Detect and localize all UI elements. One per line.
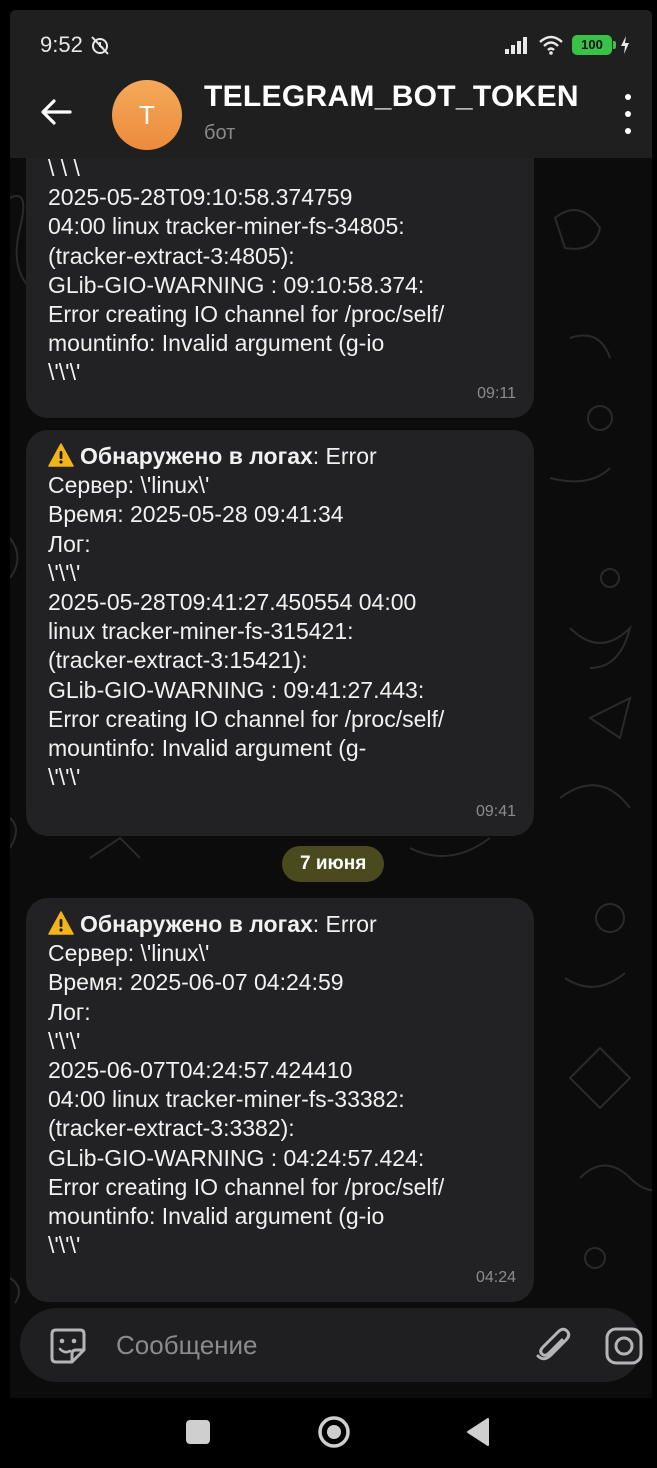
message-line: Error creating IO channel for /proc/self…	[48, 1173, 445, 1200]
back-arrow-icon[interactable]	[36, 92, 76, 132]
message-line: \'\'\'	[48, 559, 81, 586]
message-line: 2025-05-28T09:10:58.374759	[48, 184, 353, 211]
message-line: mountinfo: Invalid argument (g-	[48, 735, 367, 762]
alert-line: Обнаружено в логах: Error	[48, 442, 514, 471]
message-line: mountinfo: Invalid argument (g-io	[48, 1203, 385, 1230]
message-line: \'\'\'	[48, 764, 81, 791]
message-bubble[interactable]: \ \ \ 2025-05-28T09:10:58.374759 04:00 l…	[26, 158, 534, 418]
system-nav-bar	[10, 1398, 652, 1464]
date-separator: 7 июня	[282, 846, 385, 882]
alarm-off-icon	[91, 36, 109, 55]
status-bar: 9:52 100	[10, 10, 652, 70]
message-line: Лог:	[48, 530, 91, 557]
avatar[interactable]: T	[112, 80, 182, 150]
message-line: \'\'\'	[48, 1232, 81, 1259]
status-time-group: 9:52	[40, 32, 111, 58]
message-line: (tracker-extract-3:4805):	[48, 242, 295, 269]
wifi-icon	[539, 35, 563, 55]
message-bubble[interactable]: Обнаружено в логах: Error Сервер: \'linu…	[26, 898, 534, 1302]
home-circle-icon[interactable]	[316, 1414, 352, 1450]
alert-title: Обнаружено в логах	[80, 911, 313, 937]
phone-screen: 9:52 100 T TELEGRAM_BOT_TOKEN бот \ \ \ …	[10, 10, 652, 1464]
battery-level: 100	[581, 37, 603, 52]
more-menu-icon[interactable]	[622, 94, 634, 134]
message-line: Сервер: \'linux\'	[48, 472, 210, 499]
attach-paperclip-icon[interactable]	[532, 1324, 574, 1366]
alert-title: Обнаружено в логах	[80, 443, 313, 469]
alert-value: : Error	[312, 911, 377, 937]
chat-subtitle: бот	[204, 122, 236, 144]
recent-apps-square-icon[interactable]	[180, 1414, 216, 1450]
back-triangle-icon[interactable]	[460, 1414, 496, 1450]
message-line: 04:00 linux tracker-miner-fs-34805:	[48, 213, 405, 240]
composer-area	[10, 1308, 652, 1398]
message-line: \'\'\'	[48, 359, 81, 386]
chat-header: T TELEGRAM_BOT_TOKEN бот	[10, 70, 652, 158]
message-line: Сервер: \'linux\'	[48, 940, 210, 967]
warning-icon	[48, 443, 74, 467]
message-line: Время: 2025-06-07 04:24:59	[48, 969, 344, 996]
battery-indicator: 100	[572, 35, 616, 55]
signal-icon	[505, 37, 527, 54]
message-line: Лог:	[48, 998, 91, 1025]
alert-line: Обнаружено в логах: Error	[48, 910, 514, 939]
message-line: linux tracker-miner-fs-315421:	[48, 618, 354, 645]
sticker-emoji-icon[interactable]	[48, 1326, 88, 1366]
warning-icon	[48, 911, 74, 935]
message-line: GLib-GIO-WARNING : 09:41:27.443:	[48, 676, 425, 703]
message-composer	[20, 1308, 644, 1382]
message-line: 04:00 linux tracker-miner-fs-33382:	[48, 1086, 405, 1113]
message-bubble[interactable]: Обнаружено в логах: Error Сервер: \'linu…	[26, 430, 534, 836]
charging-icon	[621, 36, 629, 54]
alert-value: : Error	[312, 443, 377, 469]
avatar-letter: T	[139, 99, 155, 130]
message-time: 09:41	[475, 802, 516, 820]
message-line: Время: 2025-05-28 09:41:34	[48, 501, 344, 528]
message-line: GLib-GIO-WARNING : 09:10:58.374:	[48, 271, 425, 298]
message-time: 04:24	[475, 1268, 516, 1286]
message-line: (tracker-extract-3:3382):	[48, 1115, 295, 1142]
message-line: Error creating IO channel for /proc/self…	[48, 301, 445, 328]
status-icons: 100	[504, 34, 630, 56]
message-line: 2025-05-28T09:41:27.450554 04:00	[48, 589, 417, 616]
message-line: Error creating IO channel for /proc/self…	[48, 705, 445, 732]
message-input[interactable]	[116, 1328, 496, 1362]
camera-icon[interactable]	[604, 1326, 644, 1366]
message-line: 2025-06-07T04:24:57.424410	[48, 1057, 353, 1084]
chat-title[interactable]: TELEGRAM_BOT_TOKEN	[204, 80, 579, 114]
message-line: mountinfo: Invalid argument (g-io	[48, 330, 385, 357]
status-time: 9:52	[40, 32, 83, 57]
message-list[interactable]: \ \ \ 2025-05-28T09:10:58.374759 04:00 l…	[10, 158, 652, 1308]
message-line: (tracker-extract-3:15421):	[48, 647, 308, 674]
message-line: GLib-GIO-WARNING : 04:24:57.424:	[48, 1144, 425, 1171]
message-line: \'\'\'	[48, 1027, 81, 1054]
message-line: \ \ \	[48, 158, 80, 181]
message-time: 09:11	[477, 384, 516, 402]
